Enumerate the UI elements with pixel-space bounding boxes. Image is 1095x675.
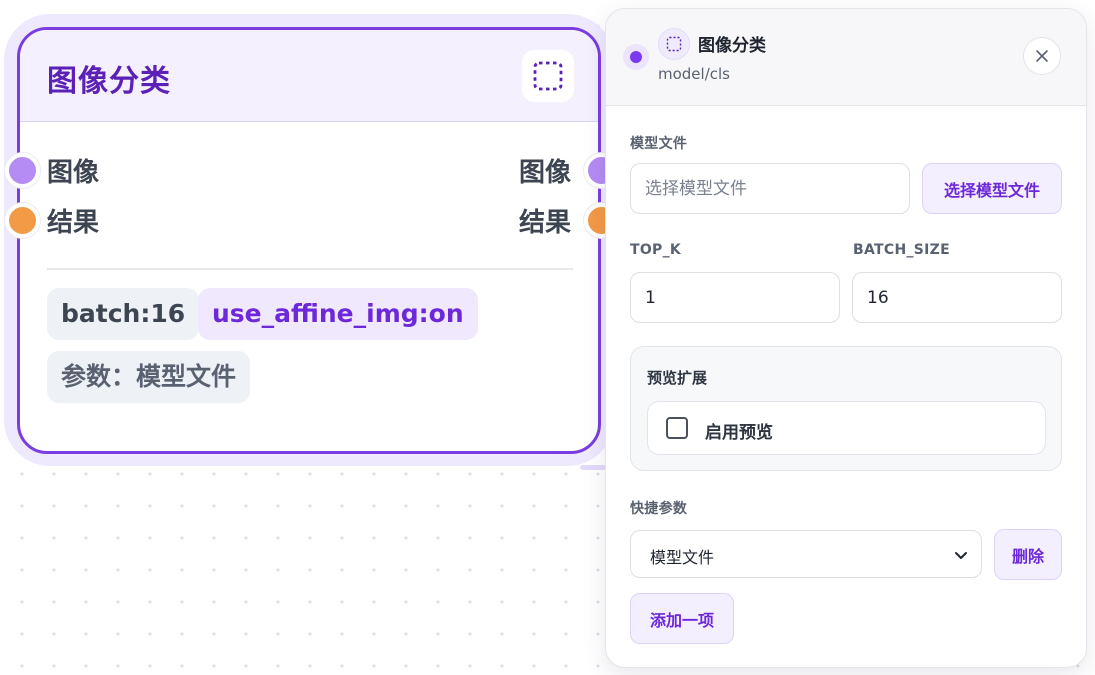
output-port-label-result: 结果 <box>519 208 572 238</box>
batch-size-input[interactable] <box>852 272 1062 323</box>
panel-header: 图像分类 model/cls <box>606 9 1086 106</box>
batch-size-label: BATCH_SIZE <box>853 242 950 258</box>
model-file-input[interactable] <box>630 163 910 214</box>
delete-button[interactable]: 删除 <box>994 529 1062 580</box>
input-port-label-image: 图像 <box>47 158 100 188</box>
top-k-label: TOP_K <box>630 242 682 258</box>
status-dot-icon <box>630 51 642 63</box>
output-port-label-image: 图像 <box>519 158 572 188</box>
param-chip: 参数：模型文件 <box>47 351 251 403</box>
dashed-square-icon <box>522 50 574 102</box>
model-file-label: 模型文件 <box>630 136 688 152</box>
input-port-label-result: 结果 <box>47 208 100 238</box>
enable-preview-checkbox[interactable] <box>666 417 688 439</box>
input-port-result[interactable] <box>5 203 40 238</box>
node-properties-panel: 图像分类 model/cls 模型文件 选择模型文件 TOP_K BATCH_S… <box>605 8 1087 668</box>
close-icon <box>1036 50 1048 62</box>
quick-params-selected-value: 模型文件 <box>650 548 715 567</box>
affine-chip: use_affine_img:on <box>198 288 478 340</box>
status-indicator <box>623 44 649 70</box>
dashed-square-icon <box>658 28 690 60</box>
preview-extension-section: 预览扩展 启用预览 <box>630 346 1062 471</box>
quick-params-label: 快捷参数 <box>630 501 688 517</box>
node-title: 图像分类 <box>47 64 171 99</box>
input-port-image[interactable] <box>5 153 40 188</box>
image-classification-node[interactable]: 图像分类 图像 结果 图像 结果 batch:16 use_affine_img… <box>5 27 619 454</box>
panel-subtitle: model/cls <box>658 65 730 83</box>
top-k-input[interactable] <box>630 272 840 323</box>
chevron-down-icon <box>955 552 967 559</box>
close-button[interactable] <box>1023 37 1061 75</box>
preview-extension-title: 预览扩展 <box>647 369 708 387</box>
quick-params-select[interactable]: 模型文件 <box>630 530 982 578</box>
select-model-file-button[interactable]: 选择模型文件 <box>922 163 1062 214</box>
batch-chip: batch:16 <box>47 288 200 340</box>
add-item-button[interactable]: 添加一项 <box>630 593 734 644</box>
enable-preview-option[interactable]: 启用预览 <box>647 401 1046 455</box>
panel-title: 图像分类 <box>698 36 766 56</box>
node-header[interactable]: 图像分类 <box>20 30 598 122</box>
enable-preview-label: 启用预览 <box>705 423 773 443</box>
node-divider <box>47 268 573 270</box>
